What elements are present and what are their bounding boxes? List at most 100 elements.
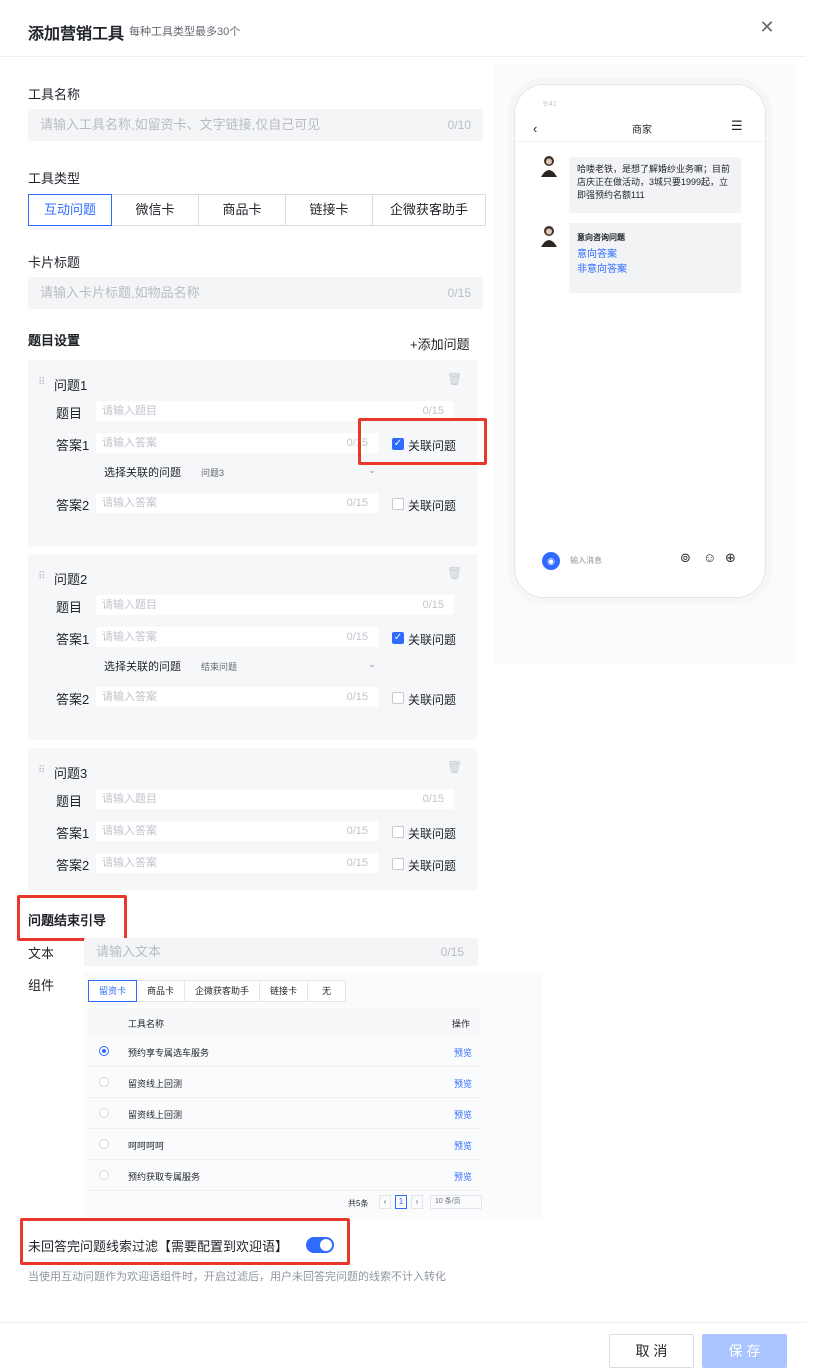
emoji-icon[interactable]: ☺ [703, 550, 716, 565]
answer2-label: 答案2 [56, 498, 90, 513]
answer1-link-checkbox[interactable]: ✓ [392, 632, 404, 644]
answer1-link-checkbox[interactable] [392, 826, 404, 838]
tool-type-tab-product[interactable]: 商品卡 [198, 194, 286, 226]
linked-select-label: 选择关联的问题 [104, 661, 181, 673]
filter-toggle[interactable] [306, 1237, 334, 1253]
ending-text-placeholder: 请输入文本 [96, 944, 162, 959]
tool-type-tab-wecom[interactable]: 企微获客助手 [372, 194, 486, 226]
camera-icon[interactable]: ◉ [542, 552, 560, 570]
page-number[interactable]: 1 [395, 1195, 407, 1209]
component-tab-wecom[interactable]: 企微获客助手 [184, 980, 261, 1002]
question-bubble-title: 意向咨询问题 [577, 233, 625, 242]
component-tab-link[interactable]: 链接卡 [259, 980, 309, 1002]
table-row[interactable]: 留资线上回测 预览 [88, 1067, 480, 1098]
linked-select-value[interactable]: 结束问题 [201, 660, 237, 673]
answer1-input[interactable]: 请输入答案 0/15 [96, 821, 378, 841]
subject-label: 题目 [56, 794, 83, 809]
trash-icon[interactable]: 🗑 [447, 566, 462, 580]
answer2-placeholder: 请输入答案 [102, 497, 157, 509]
row-name: 呵呵呵呵 [128, 1141, 165, 1151]
answer2-placeholder: 请输入答案 [102, 691, 157, 703]
row-radio[interactable] [99, 1170, 109, 1180]
answer2-link-checkbox[interactable] [392, 498, 404, 510]
ending-section-label: 问题结束引导 [28, 913, 107, 928]
next-page-icon[interactable]: › [411, 1195, 423, 1209]
pagination-total: 共5条 [348, 1199, 369, 1208]
answer2-counter: 0/15 [346, 691, 368, 703]
message-bubble: 哈喽老铁，是想了解婚纱业务嘛；目前店庆正在做活动，3城只要1999起，立即强预约… [569, 157, 741, 213]
tool-type-tab-wechat[interactable]: 微信卡 [111, 194, 199, 226]
answer-option[interactable]: 非意向答案 [577, 263, 733, 276]
highlight-box-link [358, 418, 487, 465]
answer2-link-checkbox[interactable] [392, 858, 404, 870]
table-row[interactable]: 留资线上回测 预览 [88, 1098, 480, 1129]
add-question-button[interactable]: +添加问题 [410, 334, 470, 353]
question-title: 问题1 [54, 378, 88, 393]
close-icon[interactable]: ✕ [756, 16, 778, 38]
filter-label: 未回答完问题线索过滤【需要配置到欢迎语】 [28, 1239, 289, 1254]
row-radio[interactable] [99, 1046, 109, 1056]
drag-handle-icon[interactable]: ⠿ [38, 765, 45, 776]
drag-handle-icon[interactable]: ⠿ [38, 571, 45, 582]
row-name: 预约享专属选车服务 [128, 1048, 210, 1058]
save-button[interactable]: 保 存 [702, 1334, 787, 1368]
answer1-input[interactable]: 请输入答案 0/15 [96, 433, 378, 453]
cancel-button[interactable]: 取 消 [609, 1334, 694, 1368]
answer-option[interactable]: 意向答案 [577, 248, 733, 261]
tool-type-tab-interactive[interactable]: 互动问题 [28, 194, 112, 226]
subject-placeholder: 请输入题目 [102, 405, 157, 417]
answer1-placeholder: 请输入答案 [102, 631, 157, 643]
drag-handle-icon[interactable]: ⠿ [38, 377, 45, 388]
preview-link[interactable]: 预览 [454, 1046, 472, 1059]
card-title-counter: 0/15 [447, 286, 471, 300]
menu-icon[interactable]: ☰ [731, 118, 743, 134]
tool-type-tab-link[interactable]: 链接卡 [285, 194, 373, 226]
answer2-input[interactable]: 请输入答案 0/15 [96, 853, 378, 873]
table-row[interactable]: 呵呵呵呵 预览 [88, 1129, 480, 1160]
ending-text-counter: 0/15 [440, 945, 464, 959]
tool-name-input[interactable]: 请输入工具名称,如留资卡、文字链接,仅自己可见 0/10 [28, 109, 483, 141]
preview-link[interactable]: 预览 [454, 1108, 472, 1121]
question-bubble: 意向咨询问题 意向答案 非意向答案 [569, 223, 741, 293]
prev-page-icon[interactable]: ‹ [379, 1195, 391, 1209]
answer1-input[interactable]: 请输入答案 0/15 [96, 627, 378, 647]
component-tabs: 留资卡 商品卡 企微获客助手 链接卡 无 [88, 980, 347, 1002]
card-title-label: 卡片标题 [28, 255, 81, 270]
chevron-down-icon[interactable]: ⌄ [368, 465, 376, 476]
component-tab-none[interactable]: 无 [307, 980, 347, 1002]
answer1-counter: 0/15 [346, 631, 368, 643]
linked-select-value[interactable]: 问题3 [201, 466, 224, 479]
back-icon[interactable]: ‹ [533, 121, 537, 136]
question-title: 问题2 [54, 572, 88, 587]
answer2-link-checkbox[interactable] [392, 692, 404, 704]
row-radio[interactable] [99, 1077, 109, 1087]
table-row[interactable]: 预约获取专属服务 预览 [88, 1160, 480, 1191]
ending-text-label: 文本 [28, 946, 55, 961]
trash-icon[interactable]: 🗑 [447, 372, 462, 386]
question-title: 问题3 [54, 766, 88, 781]
row-radio[interactable] [99, 1108, 109, 1118]
component-tab-lead[interactable]: 留资卡 [88, 980, 138, 1002]
answer2-input[interactable]: 请输入答案 0/15 [96, 493, 378, 513]
subject-input[interactable]: 请输入题目 0/15 [96, 789, 454, 809]
component-tab-product[interactable]: 商品卡 [136, 980, 186, 1002]
chat-title: 商家 [632, 125, 652, 136]
preview-link[interactable]: 预览 [454, 1077, 472, 1090]
trash-icon[interactable]: 🗑 [447, 760, 462, 774]
preview-link[interactable]: 预览 [454, 1139, 472, 1152]
answer2-input[interactable]: 请输入答案 0/15 [96, 687, 378, 707]
ending-text-input[interactable]: 请输入文本 0/15 [84, 938, 478, 966]
page-size-select[interactable]: 10 条/页 [430, 1195, 482, 1209]
plus-icon[interactable]: ⊕ [725, 550, 736, 566]
preview-link[interactable]: 预览 [454, 1170, 472, 1183]
row-radio[interactable] [99, 1139, 109, 1149]
voice-icon[interactable]: ⊚ [680, 550, 691, 566]
answer1-label: 答案1 [56, 438, 90, 453]
subject-input[interactable]: 请输入题目 0/15 [96, 595, 454, 615]
card-title-input[interactable]: 请输入卡片标题,如物品名称 0/15 [28, 277, 483, 309]
table-row[interactable]: 预约享专属选车服务 预览 [88, 1036, 480, 1067]
answer2-counter: 0/15 [346, 497, 368, 509]
message-input[interactable]: 输入消息 [570, 555, 602, 566]
chevron-down-icon[interactable]: ⌄ [368, 659, 376, 670]
answer1-label: 答案1 [56, 826, 90, 841]
